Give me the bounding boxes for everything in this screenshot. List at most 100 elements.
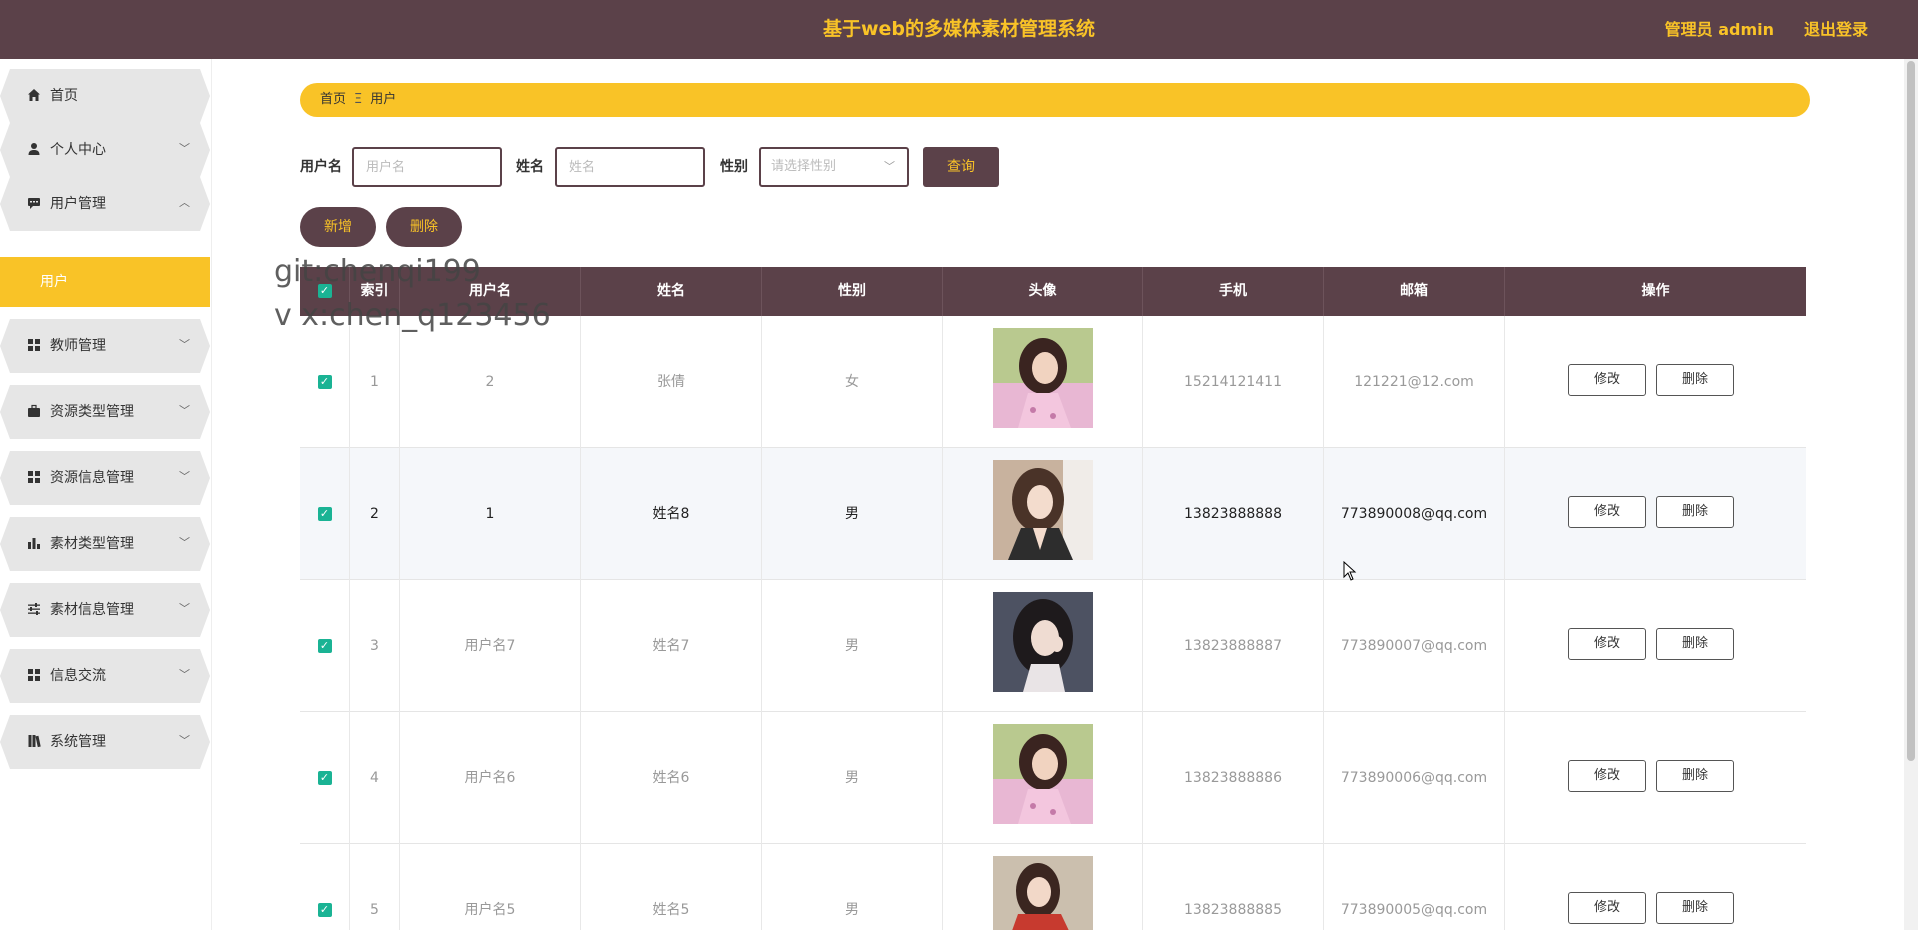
avatar	[992, 328, 1093, 428]
batch-delete-button[interactable]: 删除	[386, 207, 462, 247]
chevron-down-icon: ﹀	[179, 668, 190, 681]
bar-chart-icon	[26, 536, 42, 552]
top-header: 基于web的多媒体素材管理系统 管理员 admin 退出登录	[0, 0, 1918, 59]
cell-name: 姓名5	[581, 844, 762, 930]
avatar	[992, 856, 1093, 930]
sidebar-item-resource-info[interactable]: 资源信息管理 ﹀	[0, 451, 210, 505]
username-label: 用户名	[300, 159, 342, 175]
sidebar-subitem-user[interactable]: 用户	[0, 257, 210, 307]
row-checkbox-cell: ✓	[300, 844, 350, 930]
breadcrumb-current: 用户	[370, 92, 397, 107]
cell-username: 用户名7	[400, 580, 581, 712]
sidebar-item-label: 素材信息管理	[50, 602, 134, 618]
name-search-input[interactable]	[555, 147, 705, 187]
username-search-input[interactable]	[352, 147, 502, 187]
cell-avatar	[943, 712, 1143, 844]
cell-index: 2	[350, 448, 400, 580]
sidebar-item-profile[interactable]: 个人中心 ﹀	[0, 123, 210, 177]
logout-link[interactable]: 退出登录	[1804, 0, 1868, 59]
avatar	[992, 724, 1093, 824]
row-checkbox[interactable]: ✓	[317, 507, 332, 521]
row-checkbox[interactable]: ✓	[317, 639, 332, 653]
table-row: ✓ 4 用户名6 姓名6 男 13823888886 773890006@qq.…	[300, 712, 1806, 844]
table-row: ✓ 2 1 姓名8 男 13823888888 773890008@qq.com…	[300, 448, 1806, 580]
column-header-email: 邮箱	[1324, 267, 1505, 316]
cell-index: 1	[350, 316, 400, 448]
column-header-actions: 操作	[1641, 283, 1670, 299]
scrollbar-thumb[interactable]	[1907, 61, 1915, 761]
delete-button[interactable]: 删除	[1656, 364, 1734, 396]
add-button[interactable]: 新增	[300, 207, 376, 247]
home-icon	[26, 88, 42, 104]
cell-avatar	[943, 580, 1143, 712]
sidebar-item-label: 资源类型管理	[50, 404, 134, 420]
edit-button[interactable]: 修改	[1568, 760, 1646, 792]
delete-button[interactable]: 删除	[1656, 628, 1734, 660]
sidebar-item-material-type[interactable]: 素材类型管理 ﹀	[0, 517, 210, 571]
cell-username: 1	[400, 448, 581, 580]
cell-gender: 男	[762, 712, 943, 844]
avatar	[992, 460, 1093, 560]
cell-index: 3	[350, 580, 400, 712]
cell-actions: 修改 删除	[1505, 712, 1806, 844]
edit-button[interactable]: 修改	[1568, 892, 1646, 924]
cell-name: 姓名6	[581, 712, 762, 844]
cell-email: 121221@12.com	[1324, 316, 1505, 448]
sidebar-item-material-info[interactable]: 素材信息管理 ﹀	[0, 583, 210, 637]
cell-name: 姓名7	[581, 580, 762, 712]
sidebar-item-system[interactable]: 系统管理 ﹀	[0, 715, 210, 769]
chevron-down-icon: ﹀	[884, 160, 895, 173]
table-row: ✓ 5 用户名5 姓名5 男 13823888885 773890005@qq.…	[300, 844, 1806, 930]
gender-select-placeholder: 请选择性别	[771, 159, 837, 174]
mouse-cursor-icon	[1343, 561, 1357, 581]
cell-username: 用户名6	[400, 712, 581, 844]
book-icon	[26, 734, 42, 750]
sidebar-item-user-management[interactable]: 用户管理 ︿	[0, 177, 210, 231]
chevron-down-icon: ﹀	[179, 602, 190, 615]
row-checkbox-cell: ✓	[300, 448, 350, 580]
breadcrumb-separator-icon: Ξ	[354, 92, 363, 107]
chevron-down-icon: ﹀	[179, 142, 190, 155]
edit-button[interactable]: 修改	[1568, 628, 1646, 660]
delete-button[interactable]: 删除	[1656, 496, 1734, 528]
cell-phone: 13823888887	[1143, 580, 1324, 712]
row-checkbox[interactable]: ✓	[317, 771, 332, 785]
cell-email: 773890006@qq.com	[1324, 712, 1505, 844]
row-checkbox-cell: ✓	[300, 316, 350, 448]
sidebar-item-resource-type[interactable]: 资源类型管理 ﹀	[0, 385, 210, 439]
sidebar-item-message-exchange[interactable]: 信息交流 ﹀	[0, 649, 210, 703]
sliders-icon	[26, 602, 42, 618]
sidebar-item-teacher-management[interactable]: 教师管理 ﹀	[0, 319, 210, 373]
cell-email: 773890005@qq.com	[1324, 844, 1505, 930]
row-checkbox[interactable]: ✓	[317, 375, 332, 389]
column-header-name: 姓名	[581, 267, 762, 316]
briefcase-icon	[26, 404, 42, 420]
column-header-gender: 性别	[762, 267, 943, 316]
edit-button[interactable]: 修改	[1568, 364, 1646, 396]
chevron-down-icon: ﹀	[179, 536, 190, 549]
query-button[interactable]: 查询	[923, 147, 999, 187]
delete-button[interactable]: 删除	[1656, 892, 1734, 924]
gender-select[interactable]: 请选择性别 ﹀	[759, 147, 909, 187]
column-header-avatar: 头像	[943, 267, 1143, 316]
cell-actions: 修改 删除	[1505, 844, 1806, 930]
edit-button[interactable]: 修改	[1568, 496, 1646, 528]
chevron-up-icon: ︿	[179, 196, 190, 209]
cell-phone: 13823888886	[1143, 712, 1324, 844]
sidebar-item-label: 系统管理	[50, 734, 106, 750]
cell-gender: 男	[762, 448, 943, 580]
breadcrumb-home[interactable]: 首页	[320, 92, 346, 107]
sidebar-item-label: 首页	[50, 88, 78, 104]
cell-actions: 修改 删除	[1505, 580, 1806, 712]
cell-avatar	[943, 844, 1143, 930]
sidebar-item-home[interactable]: 首页	[0, 69, 210, 123]
cell-index: 4	[350, 712, 400, 844]
chevron-down-icon: ﹀	[179, 470, 190, 483]
delete-button[interactable]: 删除	[1656, 760, 1734, 792]
current-user-label: 管理员 admin	[1664, 20, 1774, 39]
sidebar-item-label: 教师管理	[50, 338, 106, 354]
page-scrollbar[interactable]	[1904, 59, 1918, 930]
user-icon	[26, 142, 42, 158]
cell-index: 5	[350, 844, 400, 930]
row-checkbox[interactable]: ✓	[317, 903, 332, 917]
